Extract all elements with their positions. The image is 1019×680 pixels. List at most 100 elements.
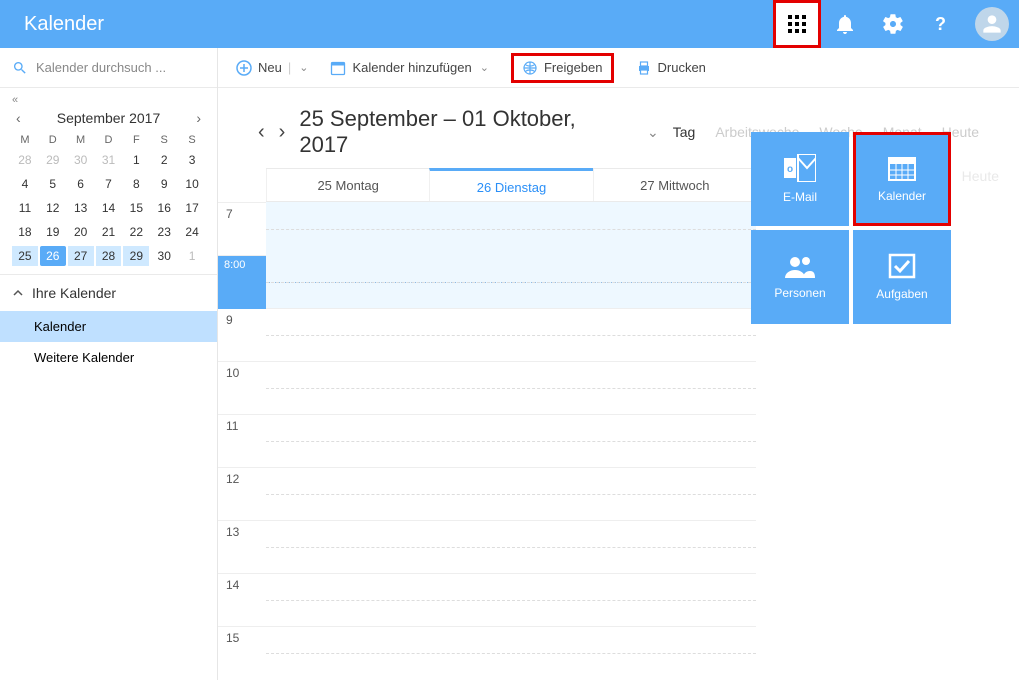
mini-day-cell[interactable]: 28	[96, 246, 122, 266]
mini-day-cell[interactable]: 14	[96, 198, 122, 218]
mini-day-cell[interactable]: 13	[68, 198, 94, 218]
time-grid[interactable]: 78:009101112131415	[218, 202, 756, 679]
day-column-header[interactable]: 26 Dienstag	[429, 168, 592, 201]
notifications-icon[interactable]	[821, 0, 869, 48]
mini-day-cell[interactable]: 21	[96, 222, 122, 242]
mini-day-cell[interactable]: 5	[40, 174, 66, 194]
app-tile-kalender[interactable]: Kalender	[853, 132, 951, 226]
time-row[interactable]: 12	[218, 467, 756, 520]
tile-label: Kalender	[878, 189, 926, 203]
share-label: Freigeben	[544, 60, 603, 75]
view-switch-tag[interactable]: Tag	[673, 124, 696, 140]
add-calendar-button[interactable]: Kalender hinzufügen ⌄	[330, 60, 488, 76]
mini-day-cell[interactable]: 30	[151, 246, 177, 266]
search-placeholder: Kalender durchsuch ...	[36, 60, 166, 75]
mini-day-cell[interactable]: 27	[68, 246, 94, 266]
mini-day-cell[interactable]: 20	[68, 222, 94, 242]
mini-day-cell[interactable]: 28	[12, 150, 38, 170]
add-calendar-label: Kalender hinzufügen	[352, 60, 471, 75]
mini-day-cell[interactable]: 10	[179, 174, 205, 194]
sidebar: Kalender durchsuch ... « ‹ September 201…	[0, 48, 218, 680]
mini-day-cell[interactable]: 26	[40, 246, 66, 266]
mini-calendar: « ‹ September 2017 › MDMDFSS282930311234…	[0, 88, 217, 275]
date-range-dropdown-icon[interactable]: ⌄	[647, 124, 659, 141]
time-row[interactable]: 10	[218, 361, 756, 414]
apps-launcher-icon[interactable]	[773, 0, 821, 48]
mini-weekday-header: D	[40, 134, 66, 146]
mini-day-cell[interactable]: 4	[12, 174, 38, 194]
mini-day-cell[interactable]: 30	[68, 150, 94, 170]
mini-day-cell[interactable]: 19	[40, 222, 66, 242]
time-label: 9	[218, 309, 266, 361]
prev-range[interactable]: ‹	[258, 121, 265, 144]
time-row[interactable]: 15	[218, 626, 756, 679]
mini-day-cell[interactable]: 29	[40, 150, 66, 170]
your-calendars-label: Ihre Kalender	[32, 285, 116, 301]
mini-day-cell[interactable]: 29	[123, 246, 149, 266]
mini-day-cell[interactable]: 7	[96, 174, 122, 194]
mini-weekday-header: S	[151, 134, 177, 146]
settings-icon[interactable]	[869, 0, 917, 48]
mini-prev-month[interactable]: ‹	[12, 108, 25, 128]
tile-label: Personen	[774, 286, 825, 300]
today-ghost-label: Heute	[962, 168, 999, 184]
mini-day-cell[interactable]: 1	[179, 246, 205, 266]
print-button[interactable]: Drucken	[636, 60, 706, 76]
mini-day-cell[interactable]: 15	[123, 198, 149, 218]
your-calendars-header[interactable]: Ihre Kalender	[0, 275, 217, 311]
mini-day-cell[interactable]: 22	[123, 222, 149, 242]
mini-day-cell[interactable]: 2	[151, 150, 177, 170]
help-icon[interactable]: ?	[917, 0, 965, 48]
mini-day-cell[interactable]: 31	[96, 150, 122, 170]
new-label: Neu	[258, 60, 282, 75]
mini-day-cell[interactable]: 23	[151, 222, 177, 242]
tile-label: E-Mail	[783, 190, 817, 204]
svg-text:?: ?	[935, 14, 946, 34]
time-row[interactable]: 8:00	[218, 255, 756, 308]
time-row[interactable]: 7	[218, 202, 756, 255]
mini-collapse[interactable]: «	[12, 94, 205, 106]
print-label: Drucken	[658, 60, 706, 75]
time-row[interactable]: 14	[218, 573, 756, 626]
mini-month-title[interactable]: September 2017	[57, 110, 161, 126]
main-content: Neu |⌄ Kalender hinzufügen ⌄ Freigeben D…	[218, 48, 1019, 680]
mini-day-cell[interactable]: 16	[151, 198, 177, 218]
next-range[interactable]: ›	[279, 121, 286, 144]
time-label: 10	[218, 362, 266, 414]
app-tile-e-mail[interactable]: o E-Mail	[751, 132, 849, 226]
day-column-header[interactable]: 27 Mittwoch	[593, 169, 756, 201]
mini-day-cell[interactable]: 24	[179, 222, 205, 242]
search-input[interactable]: Kalender durchsuch ...	[0, 48, 217, 88]
day-column-header[interactable]: 25 Montag	[266, 169, 429, 201]
mini-day-cell[interactable]: 11	[12, 198, 38, 218]
app-tile-aufgaben[interactable]: Aufgaben	[853, 230, 951, 324]
time-row[interactable]: 9	[218, 308, 756, 361]
mini-weekday-header: M	[12, 134, 38, 146]
calendar-list-item[interactable]: Weitere Kalender	[0, 342, 217, 373]
time-row[interactable]: 13	[218, 520, 756, 573]
user-avatar[interactable]	[975, 7, 1009, 41]
calendar-list-item[interactable]: Kalender	[0, 311, 217, 342]
time-label: 12	[218, 468, 266, 520]
mini-day-cell[interactable]: 18	[12, 222, 38, 242]
new-button[interactable]: Neu |⌄	[236, 60, 308, 76]
mini-day-cell[interactable]: 1	[123, 150, 149, 170]
mini-weekday-header: F	[123, 134, 149, 146]
mini-next-month[interactable]: ›	[192, 108, 205, 128]
app-tile-personen[interactable]: Personen	[751, 230, 849, 324]
time-row[interactable]: 11	[218, 414, 756, 467]
mini-day-cell[interactable]: 12	[40, 198, 66, 218]
mini-day-cell[interactable]: 9	[151, 174, 177, 194]
share-button[interactable]: Freigeben	[511, 53, 614, 83]
mini-day-cell[interactable]: 6	[68, 174, 94, 194]
app-tiles: o E-Mail Kalender Personen Aufgaben	[751, 132, 951, 324]
svg-text:o: o	[787, 164, 793, 175]
mini-day-cell[interactable]: 8	[123, 174, 149, 194]
mini-day-cell[interactable]: 25	[12, 246, 38, 266]
time-label: 7	[218, 203, 266, 255]
mini-day-cell[interactable]: 3	[179, 150, 205, 170]
time-label: 14	[218, 574, 266, 626]
app-title: Kalender	[24, 13, 104, 36]
date-range-title[interactable]: 25 September – 01 Oktober, 2017	[299, 106, 627, 158]
mini-day-cell[interactable]: 17	[179, 198, 205, 218]
